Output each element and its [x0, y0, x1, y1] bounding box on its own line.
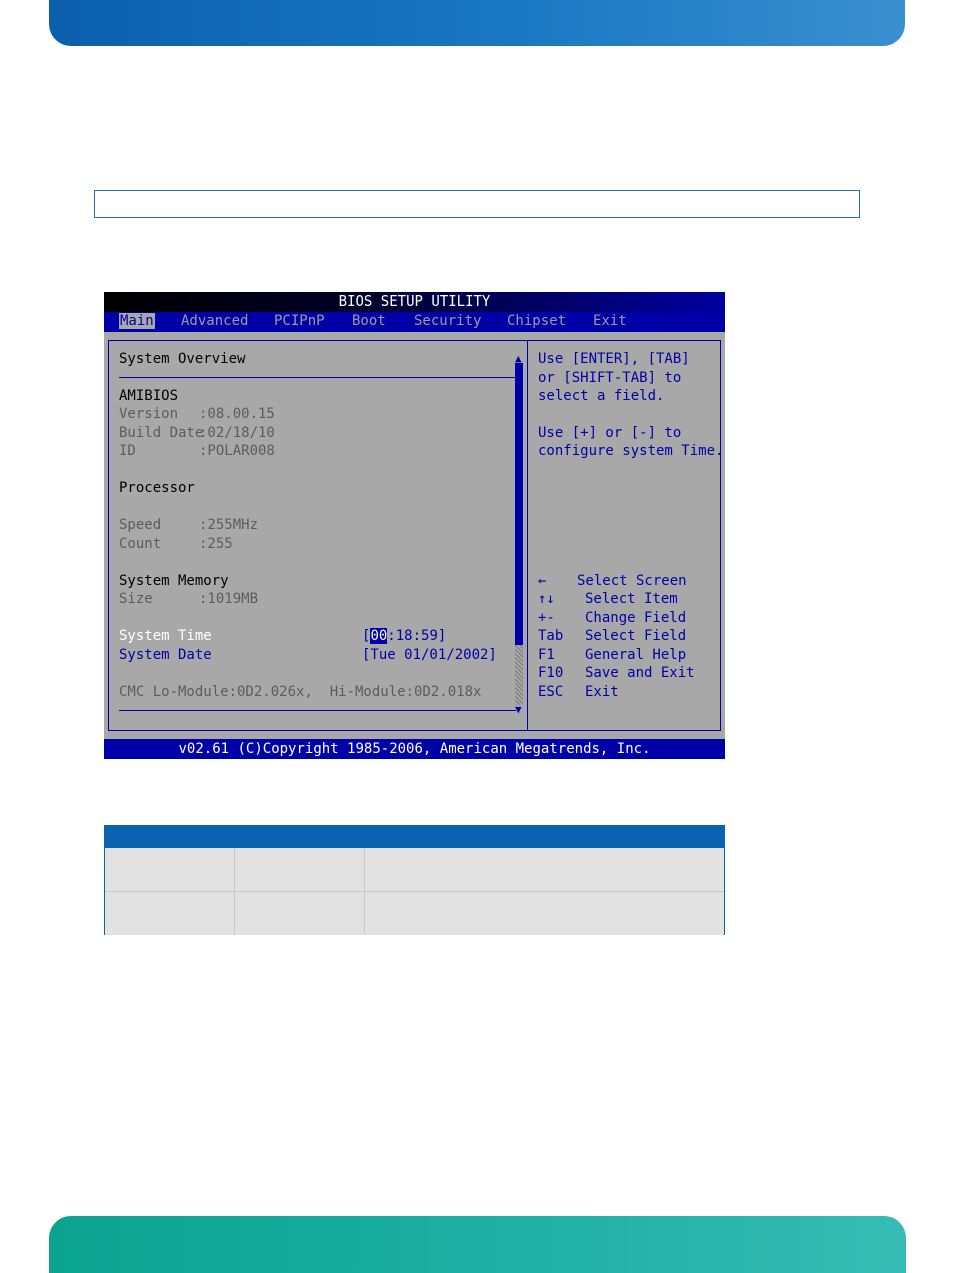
menu-tab-exit[interactable]: Exit [593, 313, 627, 329]
menu-tab-main[interactable]: Main [119, 313, 155, 329]
system-date-label[interactable]: System Date [119, 647, 212, 663]
count-value: :255 [199, 536, 233, 552]
scrollbar-track[interactable] [515, 645, 523, 705]
top-header-band [49, 0, 905, 46]
bios-menu-bar: Main Advanced PCIPnP Boot Security Chips… [104, 312, 725, 332]
help-line-1: Use [ENTER], [TAB] [538, 351, 690, 367]
system-date-value[interactable]: [Tue 01/01/2002] [362, 647, 497, 663]
menu-tab-boot[interactable]: Boot [352, 313, 386, 329]
table-header [105, 826, 724, 848]
system-time-label[interactable]: System Time [119, 628, 212, 644]
table-row [105, 891, 724, 935]
size-label: Size [119, 591, 153, 607]
table-row [105, 848, 724, 891]
key-left-arrow-icon: ← [538, 573, 547, 589]
version-value: :08.00.15 [199, 406, 275, 422]
scrollbar-thumb[interactable] [515, 363, 523, 645]
menu-tab-security[interactable]: Security [414, 313, 481, 329]
menu-tab-pcipnp[interactable]: PCIPnP [274, 313, 325, 329]
bottom-divider [119, 710, 516, 711]
help-line-2: or [SHIFT-TAB] to [538, 370, 682, 386]
build-date-value: :02/18/10 [199, 425, 275, 441]
scrollbar[interactable] [515, 363, 525, 705]
speed-value: :255MHz [199, 517, 259, 533]
bios-screenshot: BIOS SETUP UTILITY Main Advanced PCIPnP … [104, 292, 725, 759]
empty-table [104, 825, 725, 935]
help-line-6: configure system Time. [538, 443, 724, 459]
build-date-label: Build Date [119, 425, 204, 441]
version-label: Version [119, 406, 179, 422]
bios-title: BIOS SETUP UTILITY [338, 293, 491, 311]
table-column-divider [234, 848, 235, 934]
size-value: :1019MB [199, 591, 259, 607]
count-label: Count [119, 536, 162, 552]
key-desc-exit: Exit [585, 684, 619, 700]
key-tab: Tab [538, 628, 564, 644]
system-time-rest[interactable]: :18:59] [387, 628, 446, 644]
id-value: :POLAR008 [199, 443, 275, 459]
key-desc-select-screen: Select Screen [577, 573, 687, 589]
id-label: ID [119, 443, 136, 459]
overview-heading: System Overview [119, 351, 246, 367]
key-f1: F1 [538, 647, 555, 663]
system-time-hour[interactable]: 00 [370, 628, 388, 644]
key-desc-general-help: General Help [585, 647, 687, 663]
key-desc-select-field: Select Field [585, 628, 687, 644]
empty-outline-box [94, 190, 860, 218]
key-esc: ESC [538, 684, 564, 700]
memory-heading: System Memory [119, 573, 229, 589]
cmc-module-info: CMC Lo-Module:0D2.026x, Hi-Module:0D2.01… [119, 684, 482, 700]
key-f10: F10 [538, 665, 564, 681]
bios-copyright: v02.61 (C)Copyright 1985-2006, American … [178, 741, 651, 757]
menu-tab-advanced[interactable]: Advanced [181, 313, 248, 329]
help-line-5: Use [+] or [-] to [538, 425, 682, 441]
key-up-down-arrows-icon: ↑↓ [538, 591, 555, 607]
processor-heading: Processor [119, 480, 195, 496]
key-desc-select-item: Select Item [585, 591, 678, 607]
overview-divider [119, 377, 516, 378]
bottom-footer-band [49, 1216, 906, 1273]
scroll-up-arrow-icon[interactable]: ▲ [515, 352, 522, 365]
key-desc-save-exit: Save and Exit [585, 665, 695, 681]
scroll-down-arrow-icon[interactable]: ▼ [515, 703, 522, 716]
system-time-field[interactable]: [00:18:59] [362, 628, 446, 644]
bios-title-bar: BIOS SETUP UTILITY [104, 292, 725, 312]
speed-label: Speed [119, 517, 162, 533]
menu-tab-chipset[interactable]: Chipset [507, 313, 566, 329]
key-plus-minus: +- [538, 610, 555, 626]
help-line-3: select a field. [538, 388, 665, 404]
key-desc-change-field: Change Field [585, 610, 687, 626]
table-column-divider [364, 848, 365, 934]
bios-footer-bar: v02.61 (C)Copyright 1985-2006, American … [104, 739, 725, 759]
amibios-heading: AMIBIOS [119, 388, 179, 404]
